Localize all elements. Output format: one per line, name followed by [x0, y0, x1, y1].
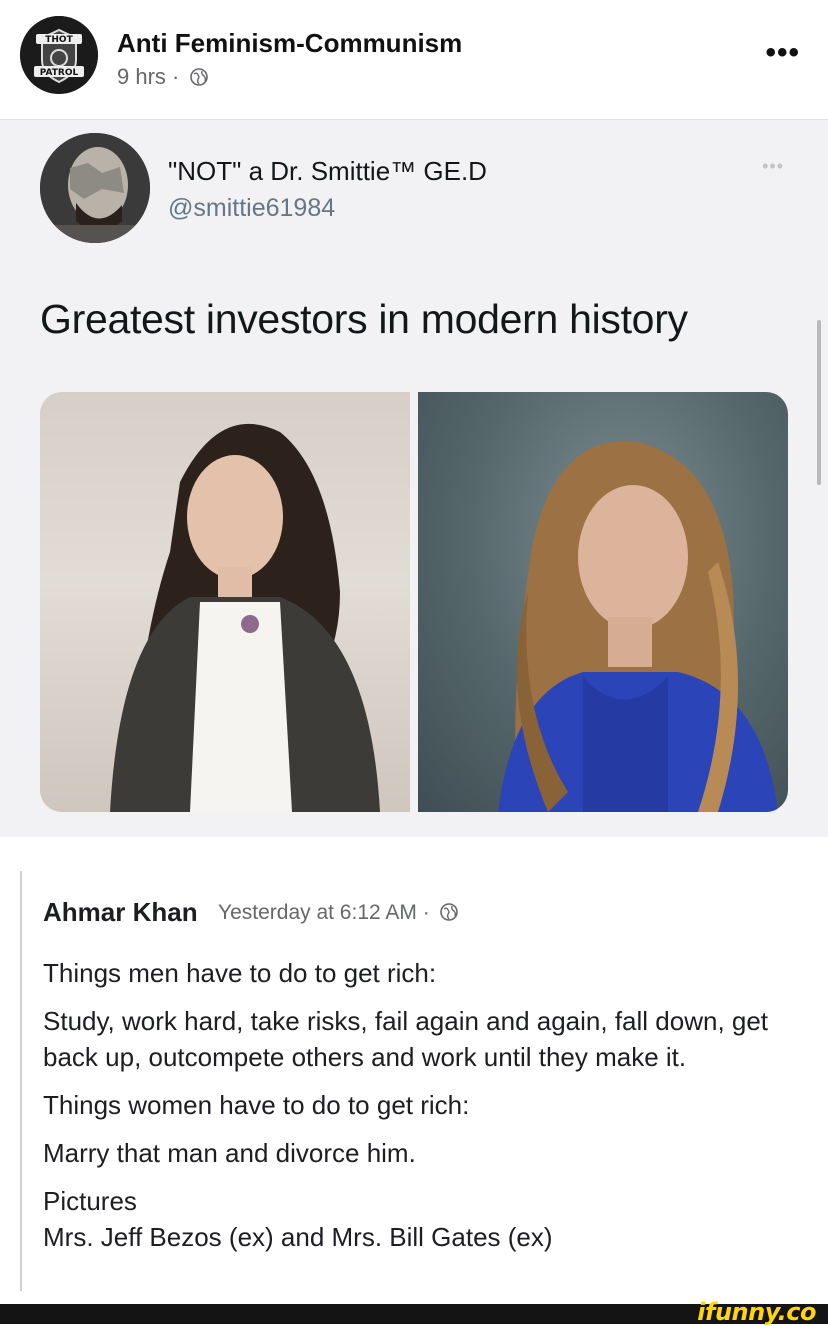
post-header: THOT PATROL Anti Feminism-Communism 9 hr…: [0, 0, 828, 118]
tweet-avatar: [40, 133, 150, 243]
meta-separator: ·: [172, 64, 180, 89]
post-time[interactable]: 9 hrs: [117, 64, 166, 89]
pictures-label: Pictures: [43, 1186, 137, 1216]
post-options-button[interactable]: •••: [765, 36, 800, 70]
ifunny-watermark: ifunny.co: [697, 1298, 816, 1326]
comment-body: Things men have to do to get rich: Study…: [43, 955, 783, 1267]
photo-right[interactable]: [418, 392, 788, 812]
globe-icon: [439, 903, 458, 921]
profile-photo-icon: [40, 133, 150, 243]
comment: Ahmar Khan Yesterday at 6:12 AM · Things…: [0, 837, 828, 1307]
globe-icon: [189, 68, 208, 86]
comment-line: Things men have to do to get rich:: [43, 958, 437, 988]
comment-line: Marry that man and divorce him.: [43, 1138, 416, 1168]
badge-bottom-text: PATROL: [40, 68, 79, 78]
comment-timestamp[interactable]: Yesterday at 6:12 AM ·: [218, 901, 430, 924]
tweet-handle[interactable]: @smittie61984: [168, 194, 335, 223]
comment-author[interactable]: Ahmar Khan: [43, 897, 198, 928]
badge-top-text: THOT: [45, 35, 73, 45]
scrollbar[interactable]: [817, 320, 821, 485]
pictures-caption: Mrs. Jeff Bezos (ex) and Mrs. Bill Gates…: [43, 1222, 553, 1252]
tweet-text: Greatest investors in modern history: [40, 296, 688, 342]
footer-bar: ifunny.co: [0, 1298, 828, 1326]
comment-line: Study, work hard, take risks, fail again…: [43, 1006, 769, 1072]
tweet-photos[interactable]: [40, 392, 788, 812]
tweet-display-name[interactable]: "NOT" a Dr. Smittie™ GE.D: [168, 156, 487, 187]
comment-time: Yesterday at 6:12 AM ·: [218, 901, 458, 925]
post-meta: 9 hrs ·: [117, 64, 208, 90]
portrait-woman-blonde-hair-icon: [498, 441, 778, 812]
tweet-options-icon: •••: [762, 156, 784, 176]
tweet-card: "NOT" a Dr. Smittie™ GE.D @smittie61984 …: [0, 119, 828, 838]
quote-bar: [20, 871, 22, 1291]
portrait-woman-dark-hair-icon: [110, 423, 380, 812]
thot-patrol-badge-icon: THOT PATROL: [20, 16, 98, 94]
photo-left[interactable]: [40, 392, 410, 812]
comment-line: Things women have to do to get rich:: [43, 1090, 470, 1120]
page-avatar[interactable]: THOT PATROL: [20, 16, 98, 94]
page-name[interactable]: Anti Feminism-Communism: [117, 28, 462, 59]
